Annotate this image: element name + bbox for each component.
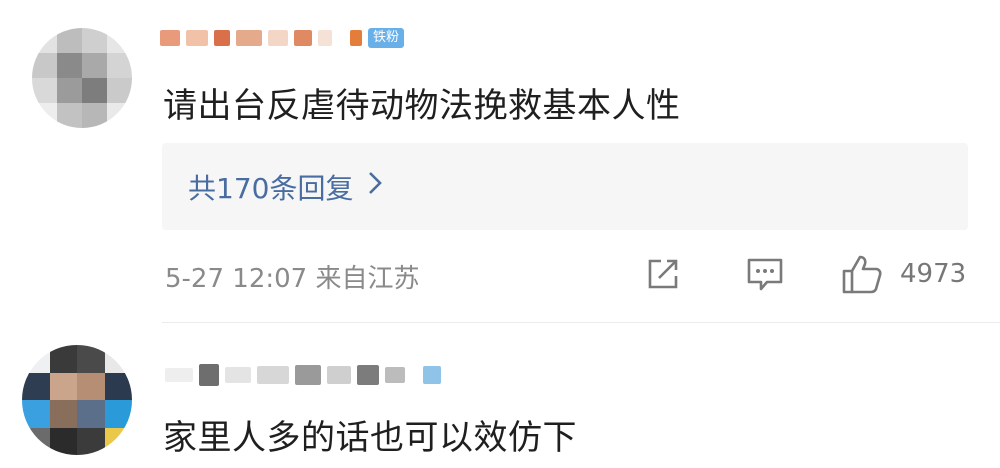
thumbs-up-icon[interactable]	[840, 252, 884, 300]
comment-icon[interactable]	[745, 256, 785, 298]
share-icon[interactable]	[645, 256, 681, 296]
view-replies-link[interactable]: 共170条回复	[188, 167, 383, 207]
reply-count-label: 共170条回复	[188, 171, 354, 205]
divider	[162, 322, 1000, 323]
username-pixelated[interactable]	[165, 364, 441, 386]
avatar[interactable]	[22, 345, 132, 455]
chevron-right-icon	[367, 170, 383, 203]
comment-text: 家里人多的话也可以效仿下	[163, 418, 577, 458]
fan-badge: 铁粉	[368, 28, 405, 48]
comment-text: 请出台反虐待动物法挽救基本人性	[163, 86, 681, 126]
reply-box[interactable]: 共170条回复	[162, 143, 968, 230]
comment-meta: 5-27 12:07 来自江苏	[165, 264, 420, 294]
username-pixelated[interactable]: 铁粉	[160, 28, 405, 48]
avatar[interactable]	[32, 28, 132, 128]
like-count: 4973	[900, 259, 967, 289]
